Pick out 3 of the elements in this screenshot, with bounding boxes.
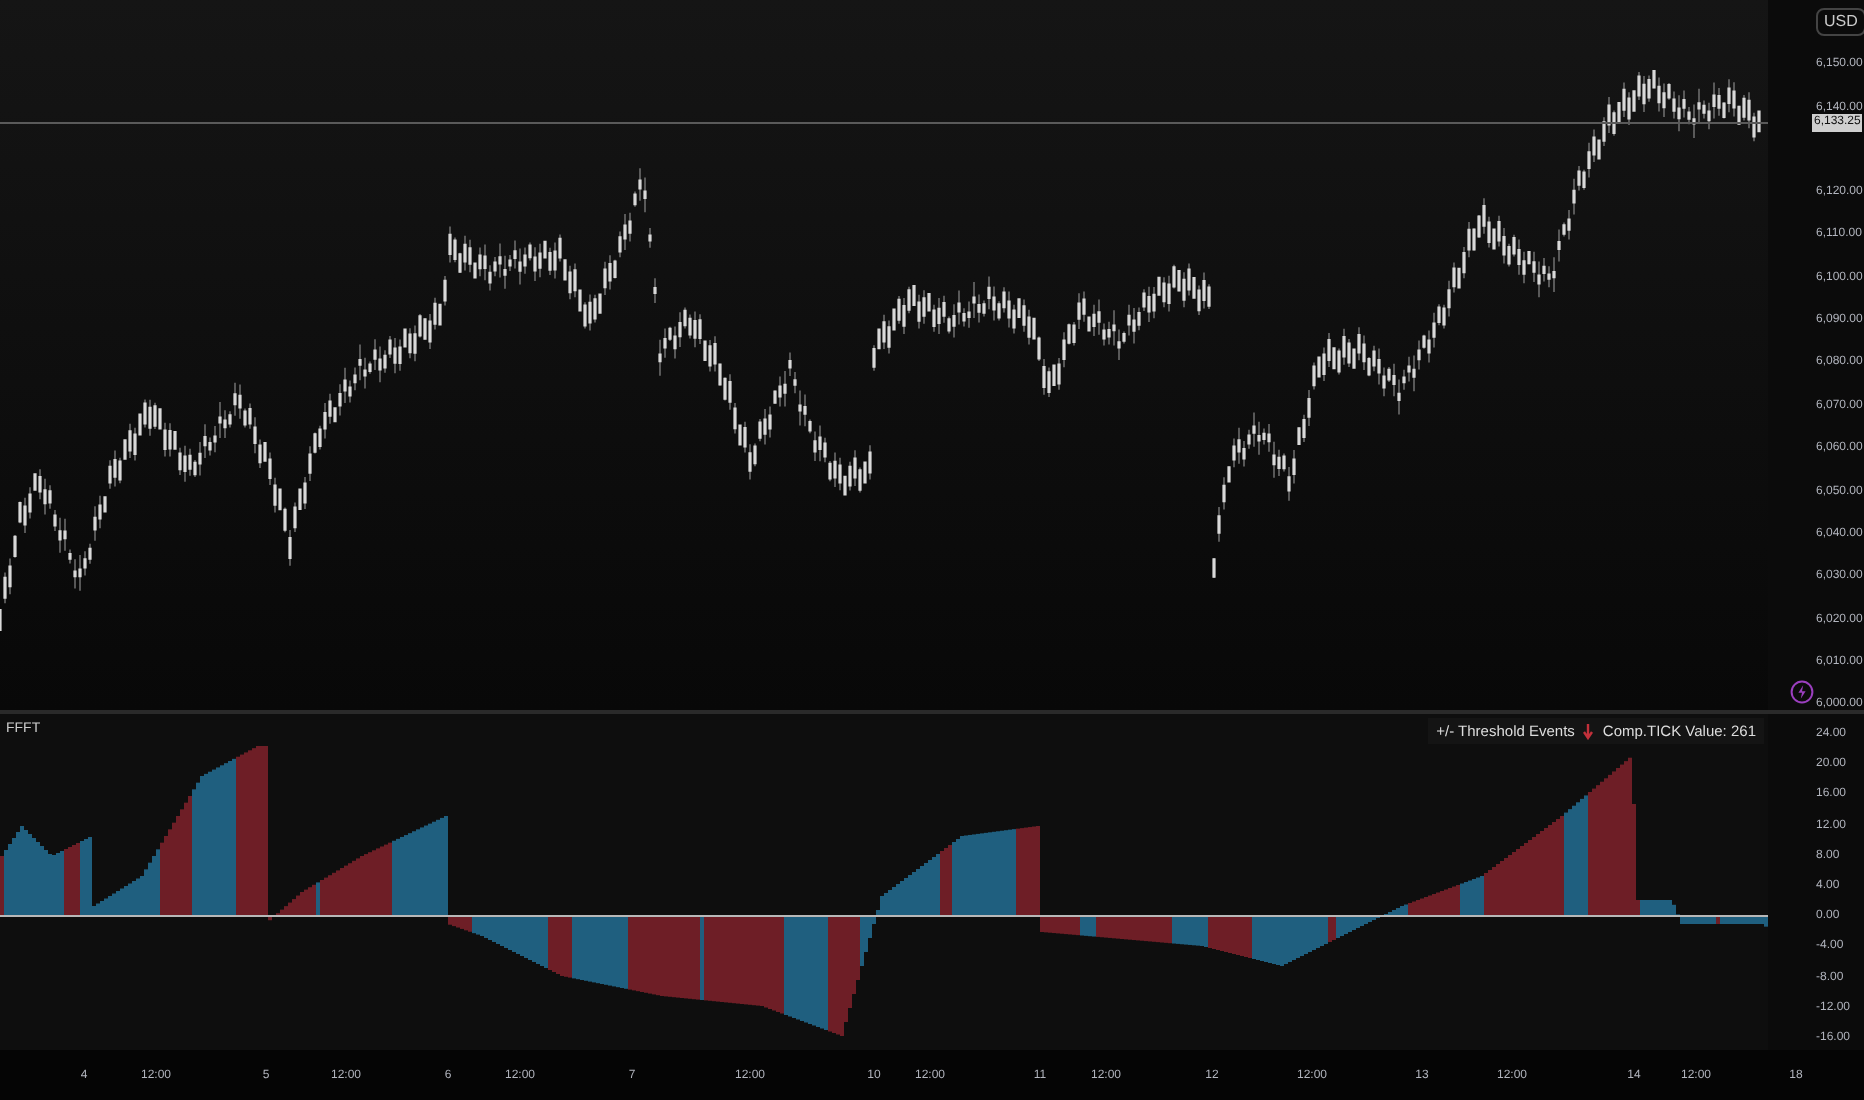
lightning-icon[interactable]	[1790, 680, 1814, 704]
arrow-icon	[1582, 723, 1595, 740]
currency-button[interactable]: USD	[1816, 8, 1864, 36]
